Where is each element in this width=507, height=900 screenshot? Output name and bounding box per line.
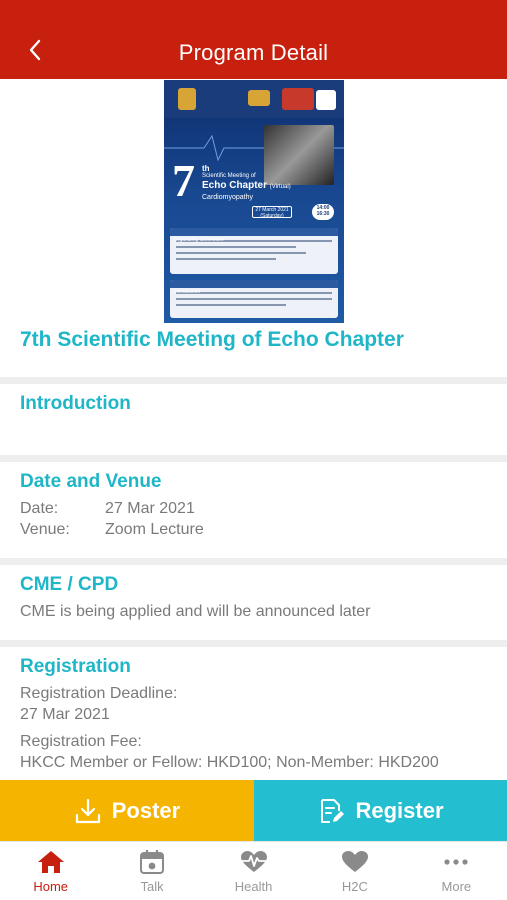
poster-line1: Scientific Meeting of (202, 173, 256, 179)
app-header: Program Detail (0, 0, 507, 79)
date-label: Date: (20, 500, 59, 517)
registration-fee-label: Registration Fee: (20, 733, 142, 750)
home-icon (37, 851, 64, 873)
tab-talk[interactable]: Talk (101, 842, 202, 900)
venue-label: Venue: (20, 521, 70, 538)
poster-button[interactable]: Poster (0, 780, 254, 841)
section-divider (0, 640, 507, 647)
poster-button-label: Poster (111, 797, 181, 823)
poster-date: 27 March 2021 (Saturday) (252, 206, 292, 219)
more-icon (444, 859, 468, 865)
poster-intro-panel: Introduction (170, 280, 338, 318)
bottom-tab-bar: Home Talk Health H2C More (0, 841, 507, 900)
download-icon (75, 798, 100, 823)
registration-title: Registration (20, 656, 131, 677)
date-value: 27 Mar 2021 (105, 500, 195, 517)
section-divider (0, 455, 507, 462)
tab-health[interactable]: Health (203, 842, 304, 900)
poster-number: 7 (172, 155, 195, 206)
cme-title: CME / CPD (20, 574, 119, 595)
poster-time: 14:00 16:30 (312, 204, 334, 220)
introduction-title: Introduction (20, 393, 131, 414)
tab-home-label: Home (33, 879, 69, 894)
back-button[interactable] (24, 36, 46, 64)
tab-more-label: More (441, 879, 472, 894)
poster-logo (178, 88, 196, 110)
tab-health-label: Health (234, 879, 273, 894)
section-divider (0, 377, 507, 384)
date-venue-title: Date and Venue (20, 471, 162, 492)
edit-document-icon (321, 798, 345, 823)
poster-line3: Cardiomyopathy (202, 194, 253, 201)
tab-home[interactable]: Home (0, 842, 101, 900)
cme-text: CME is being applied and will be announc… (20, 603, 371, 620)
heart-pulse-icon (240, 851, 267, 872)
poster-committee-panel: Organizing Committee (170, 228, 338, 274)
event-poster-image[interactable]: 7 th Scientific Meeting of Echo Chapter … (164, 80, 344, 323)
registration-deadline-value: 27 Mar 2021 (20, 706, 110, 723)
tab-more[interactable]: More (406, 842, 507, 900)
register-button[interactable]: Register (254, 780, 507, 841)
page-title: Program Detail (178, 39, 329, 65)
event-title: 7th Scientific Meeting of Echo Chapter (20, 328, 404, 351)
register-button-label: Register (355, 797, 444, 823)
poster-logo (248, 90, 270, 106)
poster-committee-heading: Organizing Committee (170, 228, 338, 243)
poster-th: th (202, 164, 210, 173)
poster-intro-heading: Introduction (170, 280, 338, 295)
section-divider (0, 558, 507, 565)
registration-deadline-label: Registration Deadline: (20, 685, 178, 702)
tab-h2c[interactable]: H2C (304, 842, 405, 900)
chevron-left-icon (29, 39, 41, 61)
tab-h2c-label: H2C (341, 879, 368, 894)
poster-qr-code (316, 90, 336, 110)
tab-talk-label: Talk (140, 879, 164, 894)
poster-line2: Echo Chapter (Virtual) (202, 180, 291, 191)
registration-fee-value: HKCC Member or Fellow: HKD100; Non-Membe… (20, 754, 439, 771)
heart-icon (341, 851, 368, 872)
poster-logo (282, 88, 314, 110)
poster-echo-image (264, 125, 334, 185)
calendar-icon (140, 850, 165, 874)
venue-value: Zoom Lecture (105, 521, 204, 538)
